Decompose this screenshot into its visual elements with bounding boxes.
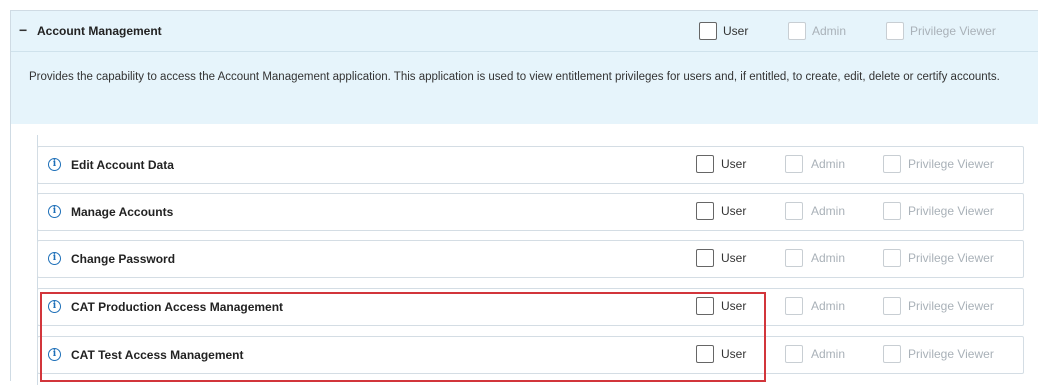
permission-title: Change Password (71, 252, 176, 266)
permission-row: i Change Password User Admin Privilege V… (37, 240, 1024, 278)
info-icon[interactable]: i (48, 158, 61, 171)
info-icon[interactable]: i (48, 252, 61, 265)
user-checkbox[interactable] (696, 345, 714, 363)
section-user-label: User (723, 24, 749, 38)
section-privilege-viewer-checkbox (886, 22, 904, 40)
user-label: User (721, 299, 747, 313)
section-description: Provides the capability to access the Ac… (29, 71, 1000, 83)
privilege-viewer-checkbox (883, 155, 901, 173)
admin-label: Admin (811, 347, 846, 361)
permission-title: Manage Accounts (71, 205, 174, 219)
admin-checkbox (785, 155, 803, 173)
privilege-viewer-label: Privilege Viewer (908, 157, 994, 171)
permission-row: i CAT Test Access Management User Admin … (37, 336, 1024, 374)
permission-title: Edit Account Data (71, 158, 174, 172)
privilege-viewer-checkbox (883, 345, 901, 363)
collapse-icon[interactable]: − (19, 22, 27, 38)
admin-label: Admin (811, 157, 846, 171)
info-icon[interactable]: i (48, 300, 61, 313)
info-icon[interactable]: i (48, 205, 61, 218)
user-checkbox[interactable] (696, 155, 714, 173)
permission-title: CAT Production Access Management (71, 300, 284, 314)
user-label: User (721, 157, 747, 171)
section-description-area: Provides the capability to access the Ac… (11, 52, 1038, 124)
user-label: User (721, 347, 747, 361)
section-header[interactable]: − Account Management User Admin Privileg… (11, 11, 1038, 52)
info-icon[interactable]: i (48, 348, 61, 361)
admin-checkbox (785, 202, 803, 220)
user-label: User (721, 251, 747, 265)
privilege-viewer-checkbox (883, 249, 901, 267)
user-checkbox[interactable] (696, 249, 714, 267)
admin-checkbox (785, 345, 803, 363)
user-label: User (721, 204, 747, 218)
section-admin-label: Admin (812, 24, 847, 38)
admin-checkbox (785, 297, 803, 315)
privilege-viewer-label: Privilege Viewer (908, 299, 994, 313)
user-checkbox[interactable] (696, 202, 714, 220)
section-title: Account Management (37, 24, 162, 38)
admin-checkbox (785, 249, 803, 267)
admin-label: Admin (811, 299, 846, 313)
privilege-viewer-label: Privilege Viewer (908, 347, 994, 361)
permission-row: i Manage Accounts User Admin Privilege V… (37, 193, 1024, 231)
user-checkbox[interactable] (696, 297, 714, 315)
privilege-viewer-checkbox (883, 297, 901, 315)
section-admin-checkbox (788, 22, 806, 40)
permission-title: CAT Test Access Management (71, 348, 244, 362)
admin-label: Admin (811, 204, 846, 218)
permission-row: i CAT Production Access Management User … (37, 288, 1024, 326)
privilege-viewer-checkbox (883, 202, 901, 220)
section-privilege-viewer-label: Privilege Viewer (910, 24, 996, 38)
permission-row: i Edit Account Data User Admin Privilege… (37, 146, 1024, 184)
privilege-viewer-label: Privilege Viewer (908, 251, 994, 265)
privilege-viewer-label: Privilege Viewer (908, 204, 994, 218)
section-user-checkbox[interactable] (699, 22, 717, 40)
admin-label: Admin (811, 251, 846, 265)
